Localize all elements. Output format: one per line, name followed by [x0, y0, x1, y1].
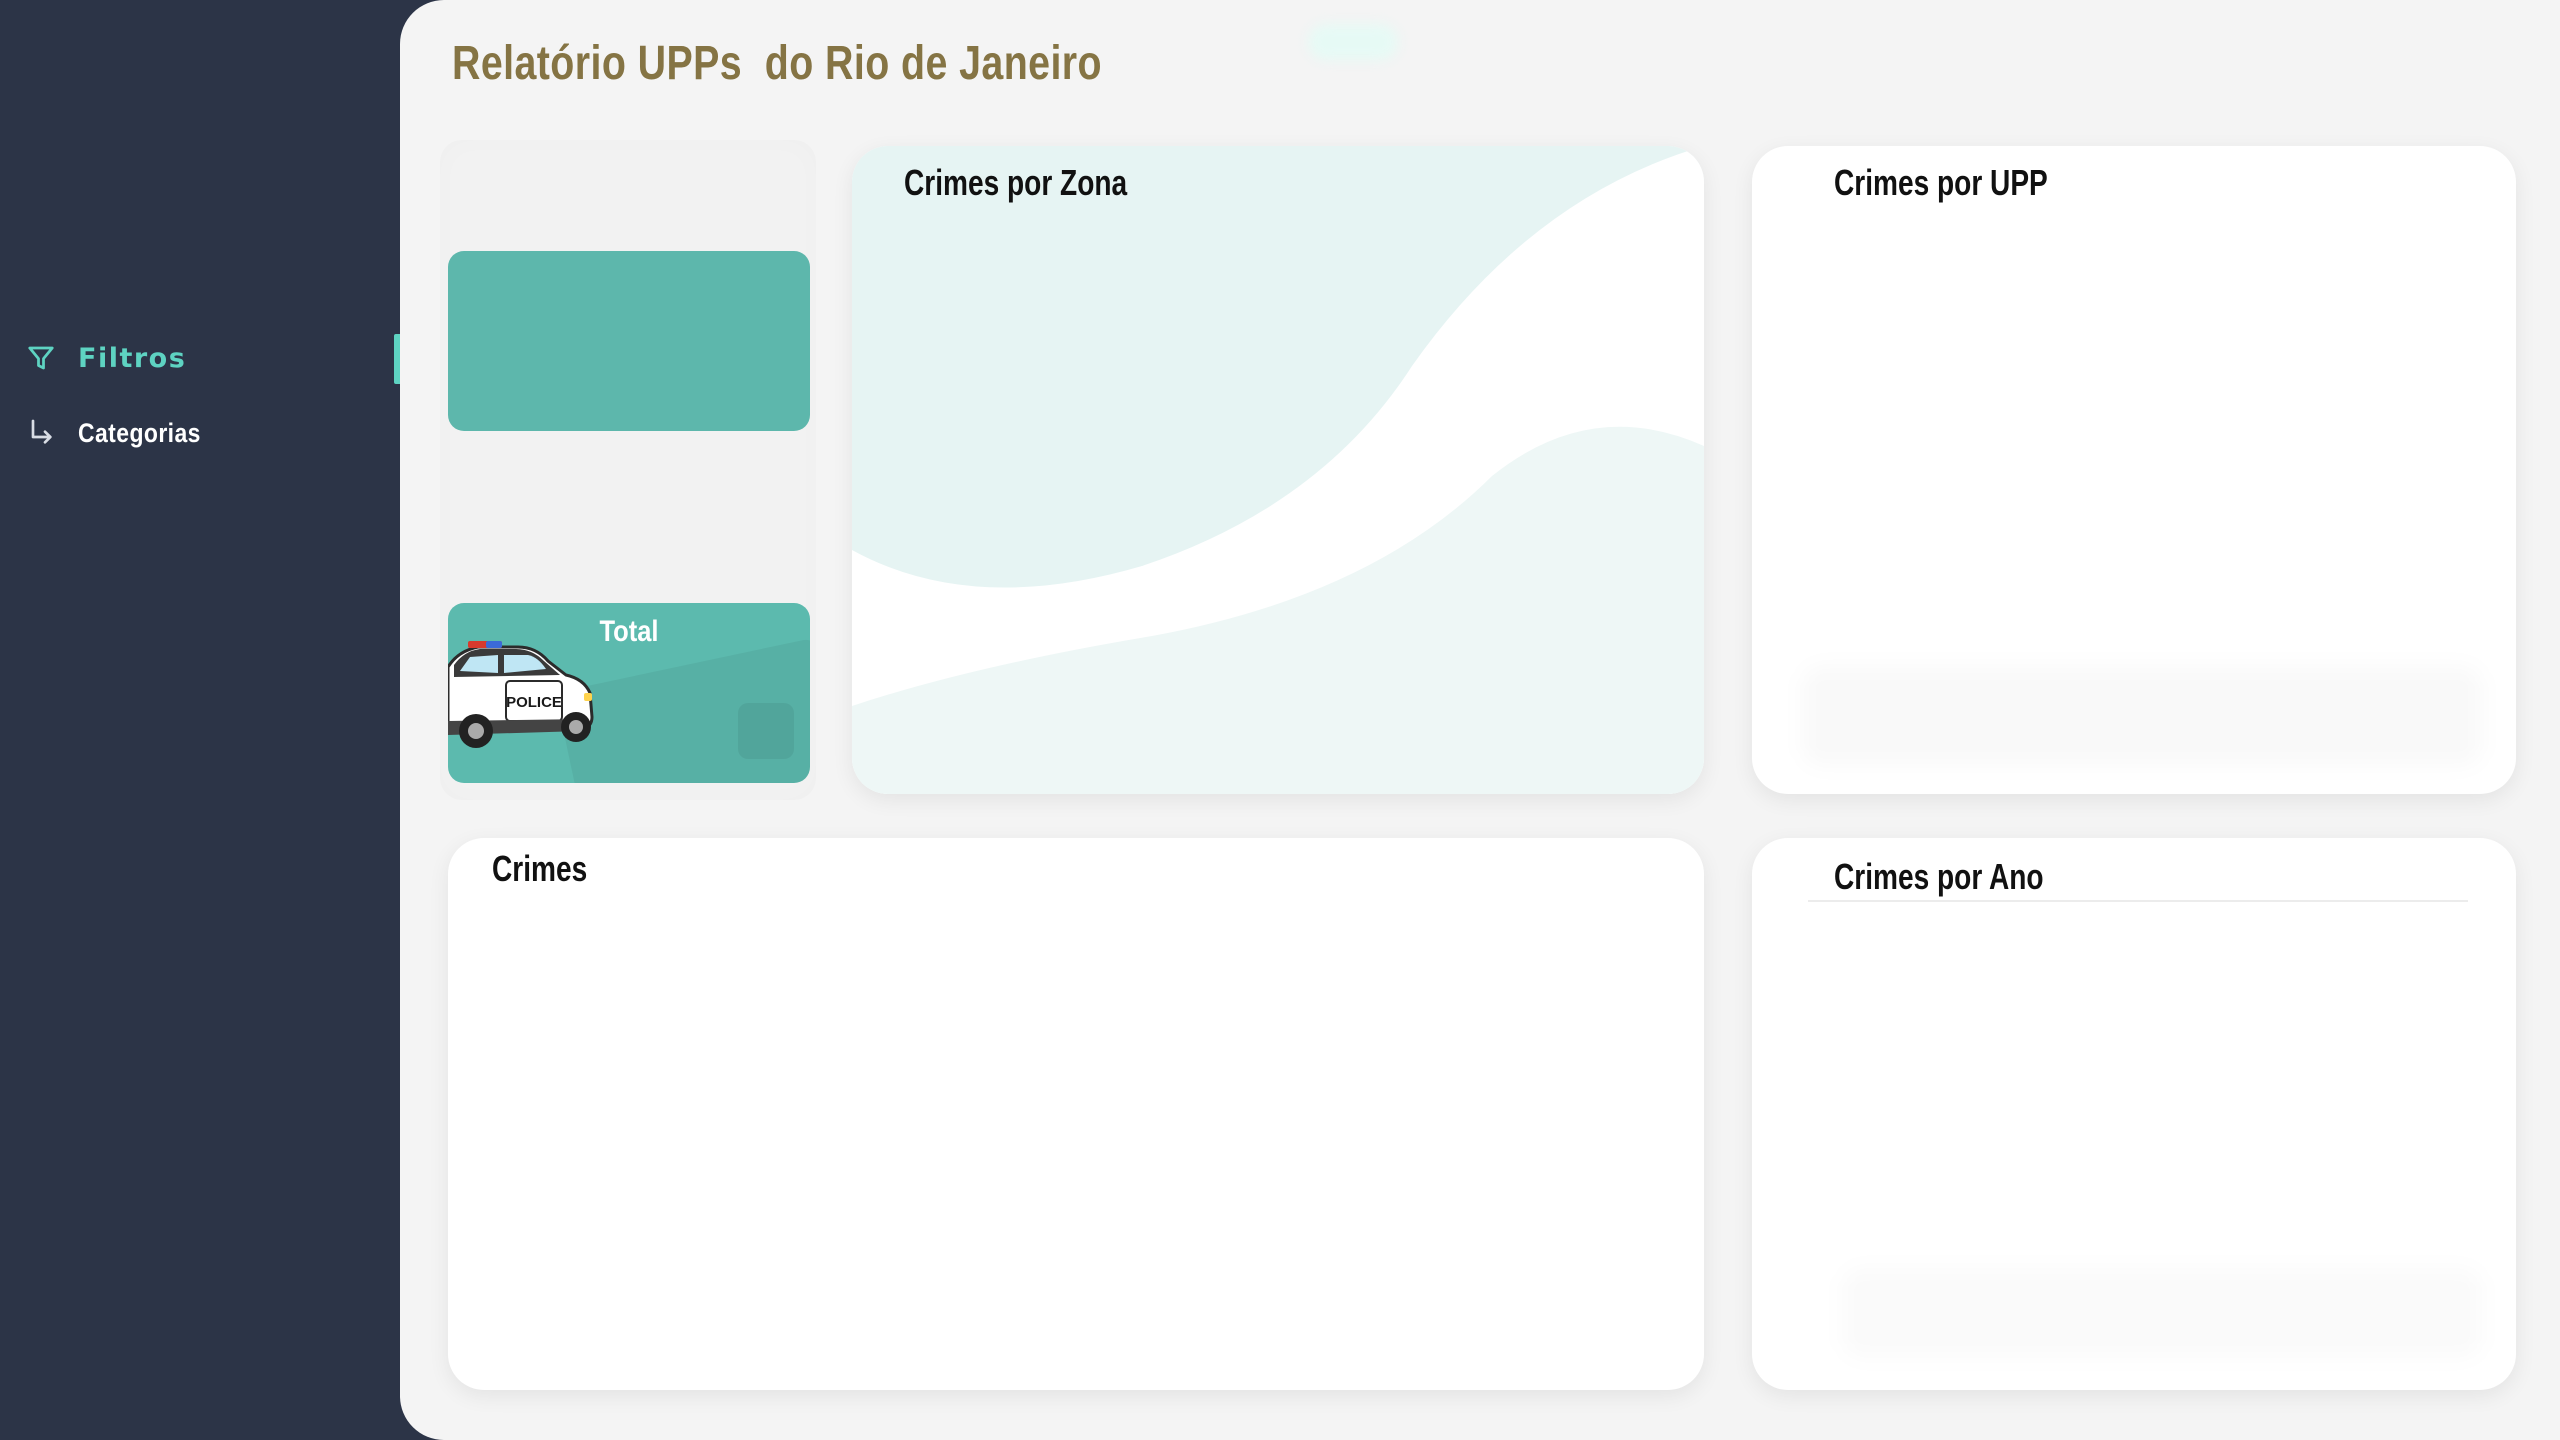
- card-title: Crimes por Ano: [1834, 856, 2044, 897]
- divider: [1808, 900, 2468, 902]
- card-title: Crimes: [492, 848, 588, 889]
- crimes-por-zona-chart[interactable]: Crimes por Zona: [852, 146, 1704, 794]
- sidebar-item-label: Filtros: [78, 342, 187, 374]
- filter-icon: [24, 341, 58, 375]
- sidebar-item-categorias[interactable]: Categorias: [24, 408, 223, 458]
- decorative-waves: [852, 146, 1704, 794]
- decorative-glow: [1308, 24, 1398, 60]
- chart-placeholder: [1842, 1268, 2482, 1358]
- sidebar-item-filtros[interactable]: Filtros: [24, 333, 186, 383]
- police-car-label: POLICE: [506, 694, 562, 711]
- crimes-chart[interactable]: Crimes: [448, 838, 1704, 1390]
- chart-placeholder: [1802, 666, 2482, 766]
- app-root: Filtros Categorias Relatório UPPs do Rio…: [0, 0, 2560, 1440]
- card-title: Crimes por Zona: [904, 162, 1128, 203]
- sidebar: Filtros Categorias: [0, 0, 402, 1440]
- sidebar-item-label: Categorias: [78, 417, 201, 448]
- kpi-total-card[interactable]: Total POLICE: [448, 603, 810, 783]
- page-title: Relatório UPPs do Rio de Janeiro: [452, 37, 1102, 90]
- decorative-shape: [738, 703, 794, 759]
- report-canvas: Relatório UPPs do Rio de Janeiro Total P…: [400, 0, 2560, 1440]
- card-title: Crimes por UPP: [1834, 162, 2048, 203]
- police-car-icon: POLICE: [448, 641, 594, 748]
- crimes-por-upp-chart[interactable]: Crimes por UPP: [1752, 146, 2516, 794]
- arrow-down-right-icon: [24, 416, 58, 450]
- kpi-card[interactable]: [448, 251, 810, 431]
- crimes-por-ano-chart[interactable]: Crimes por Ano: [1752, 838, 2516, 1390]
